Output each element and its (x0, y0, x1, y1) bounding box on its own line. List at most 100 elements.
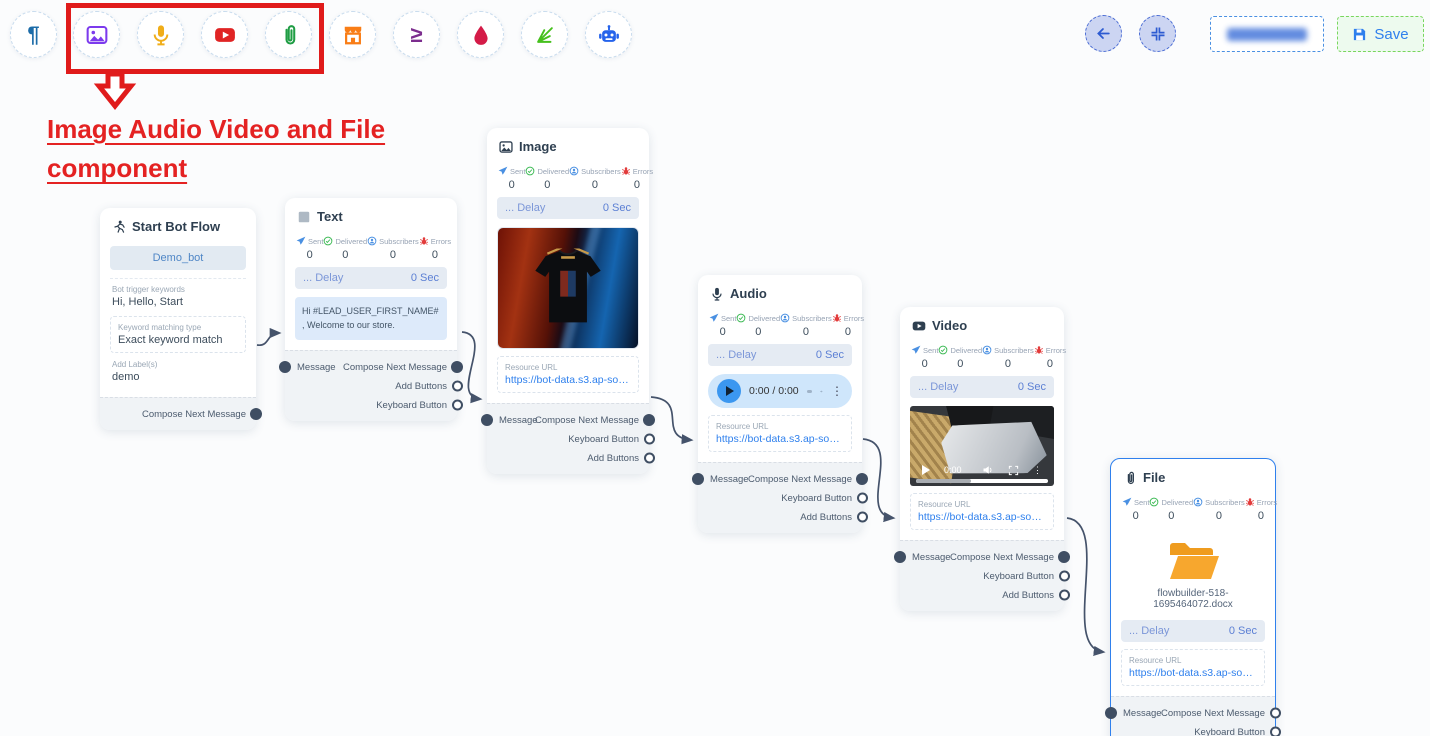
audio-element-button[interactable] (137, 11, 184, 58)
resource-url-link[interactable]: https://bot-data.s3.ap-southeast-1.wasab… (716, 433, 844, 445)
redacted-button[interactable] (1210, 16, 1324, 52)
resource-url-label: Resource URL (918, 500, 1046, 509)
video-preview[interactable]: 0:00 ⋮ (910, 406, 1054, 486)
errors-icon (1245, 497, 1255, 507)
runner-icon (112, 220, 126, 234)
message-preview[interactable]: Hi #LEAD_USER_FIRST_NAME# , Welcome to o… (295, 297, 447, 340)
video-progress[interactable] (916, 479, 1048, 483)
compress-icon (1150, 26, 1166, 42)
volume-icon[interactable] (820, 385, 823, 398)
node-file[interactable]: File Sent0 Delivered0 Subscribers0 Error… (1110, 458, 1276, 736)
delay-setting[interactable]: ... Delay0 Sec (708, 344, 852, 366)
input-port-message[interactable] (279, 361, 291, 373)
input-port-message[interactable] (1105, 707, 1117, 719)
redacted-label (1227, 28, 1307, 41)
trigger-keywords-value[interactable]: Hi, Hello, Start (112, 296, 244, 308)
node-start-bot-flow[interactable]: Start Bot Flow Demo_bot Bot trigger keyw… (100, 208, 256, 430)
trigger-keywords-label: Bot trigger keywords (112, 285, 244, 294)
output-port-keyboard-button[interactable] (452, 400, 463, 411)
edge-image-to-audio (651, 397, 691, 440)
floppy-icon (1352, 27, 1367, 42)
condition-element-button[interactable]: ≥ (393, 11, 440, 58)
play-icon (726, 386, 734, 396)
node-image[interactable]: Image Sent0 Delivered0 Subscribers0 Erro… (487, 128, 649, 474)
bot-name-field[interactable]: Demo_bot (110, 246, 246, 270)
sequence-element-button[interactable] (521, 11, 568, 58)
video-play-icon[interactable] (922, 465, 930, 475)
node-title: Image (519, 139, 557, 154)
delivered-icon (938, 345, 948, 355)
output-port-compose[interactable] (1058, 551, 1070, 563)
audio-menu-icon[interactable]: ⋮ (831, 384, 843, 398)
input-port-message[interactable] (692, 473, 704, 485)
output-port-keyboard-button[interactable] (1270, 727, 1281, 736)
delay-setting[interactable]: ... Delay0 Sec (497, 197, 639, 219)
add-labels-value[interactable]: demo (112, 371, 244, 383)
audio-time: 0:00 / 0:00 (749, 385, 799, 397)
microphone-icon (710, 287, 724, 301)
output-port-compose[interactable] (856, 473, 868, 485)
input-port-message[interactable] (894, 551, 906, 563)
ecommerce-element-button[interactable] (329, 11, 376, 58)
node-audio[interactable]: Audio Sent0 Delivered0 Subscribers0 Erro… (698, 275, 862, 533)
node-text[interactable]: Text Sent0 Delivered0 Subscribers0 Error… (285, 198, 457, 421)
resource-url-link[interactable]: https://bot-data.s3.ap-southeast-1.wasab… (918, 511, 1046, 523)
output-port-compose[interactable] (451, 361, 463, 373)
sent-icon (296, 236, 306, 246)
text-element-button[interactable]: ¶ (10, 11, 57, 58)
drip-element-icon (470, 24, 492, 46)
output-port-add-buttons[interactable] (857, 512, 868, 523)
delay-setting[interactable]: ... Delay0 Sec (910, 376, 1054, 398)
output-port-compose[interactable] (1270, 708, 1281, 719)
bot-ai-element-button[interactable] (585, 11, 632, 58)
output-port-keyboard-button[interactable] (1059, 571, 1070, 582)
delay-setting[interactable]: ... Delay0 Sec (1121, 620, 1265, 642)
sent-icon (709, 313, 719, 323)
add-labels-label: Add Label(s) (112, 360, 244, 369)
audio-element-icon (150, 24, 172, 46)
video-menu-icon[interactable]: ⋮ (1033, 465, 1042, 476)
stats-row: Sent0 Delivered0 Subscribers0 Errors0 (910, 343, 1054, 376)
file-element-button[interactable] (265, 11, 312, 58)
annotation-caption: Image Audio Video and File component (47, 110, 437, 188)
audio-player[interactable]: 0:00 / 0:00 ⋮ (708, 374, 852, 408)
drip-element-button[interactable] (457, 11, 504, 58)
input-port-message[interactable] (481, 414, 493, 426)
audio-progress[interactable] (807, 390, 812, 393)
node-video[interactable]: Video Sent0 Delivered0 Subscribers0 Erro… (900, 307, 1064, 611)
fit-view-button[interactable] (1139, 15, 1176, 52)
back-button[interactable] (1085, 15, 1122, 52)
output-port-compose[interactable] (643, 414, 655, 426)
output-port-compose[interactable] (250, 408, 262, 420)
image-element-button[interactable] (73, 11, 120, 58)
node-title: File (1143, 470, 1165, 485)
edge-text-to-image (462, 332, 480, 399)
fullscreen-icon[interactable] (1008, 465, 1019, 476)
delivered-icon (525, 166, 535, 176)
image-element-icon (86, 24, 108, 46)
output-port-add-buttons[interactable] (644, 453, 655, 464)
node-footer: MessageCompose Next Message Keyboard But… (900, 540, 1064, 611)
save-button[interactable]: Save (1337, 16, 1424, 52)
video-element-button[interactable] (201, 11, 248, 58)
output-port-add-buttons[interactable] (452, 381, 463, 392)
node-footer: MessageCompose Next Message Keyboard But… (698, 462, 862, 533)
file-name: flowbuilder-518-1695464072.docx (1121, 588, 1265, 620)
resource-url-link[interactable]: https://bot-data.s3.ap-southeast-1.wasab… (1129, 667, 1257, 679)
back-arrow-icon (1095, 25, 1112, 42)
matching-type-value[interactable]: Exact keyword match (118, 334, 238, 346)
output-port-keyboard-button[interactable] (644, 434, 655, 445)
delay-setting[interactable]: ... Delay0 Sec (295, 267, 447, 289)
resource-url-link[interactable]: https://bot-data.s3.ap-southeast-1.wasab… (505, 374, 631, 386)
errors-icon (621, 166, 631, 176)
volume-icon[interactable] (982, 464, 994, 476)
tshirt-graphic (525, 247, 611, 329)
subscribers-icon (1193, 497, 1203, 507)
sent-icon (1122, 497, 1132, 507)
file-element-icon (278, 24, 300, 46)
output-port-add-buttons[interactable] (1059, 590, 1070, 601)
image-preview[interactable] (497, 227, 639, 349)
output-port-keyboard-button[interactable] (857, 493, 868, 504)
play-button[interactable] (717, 379, 741, 403)
matching-type-label: Keyword matching type (118, 323, 238, 332)
